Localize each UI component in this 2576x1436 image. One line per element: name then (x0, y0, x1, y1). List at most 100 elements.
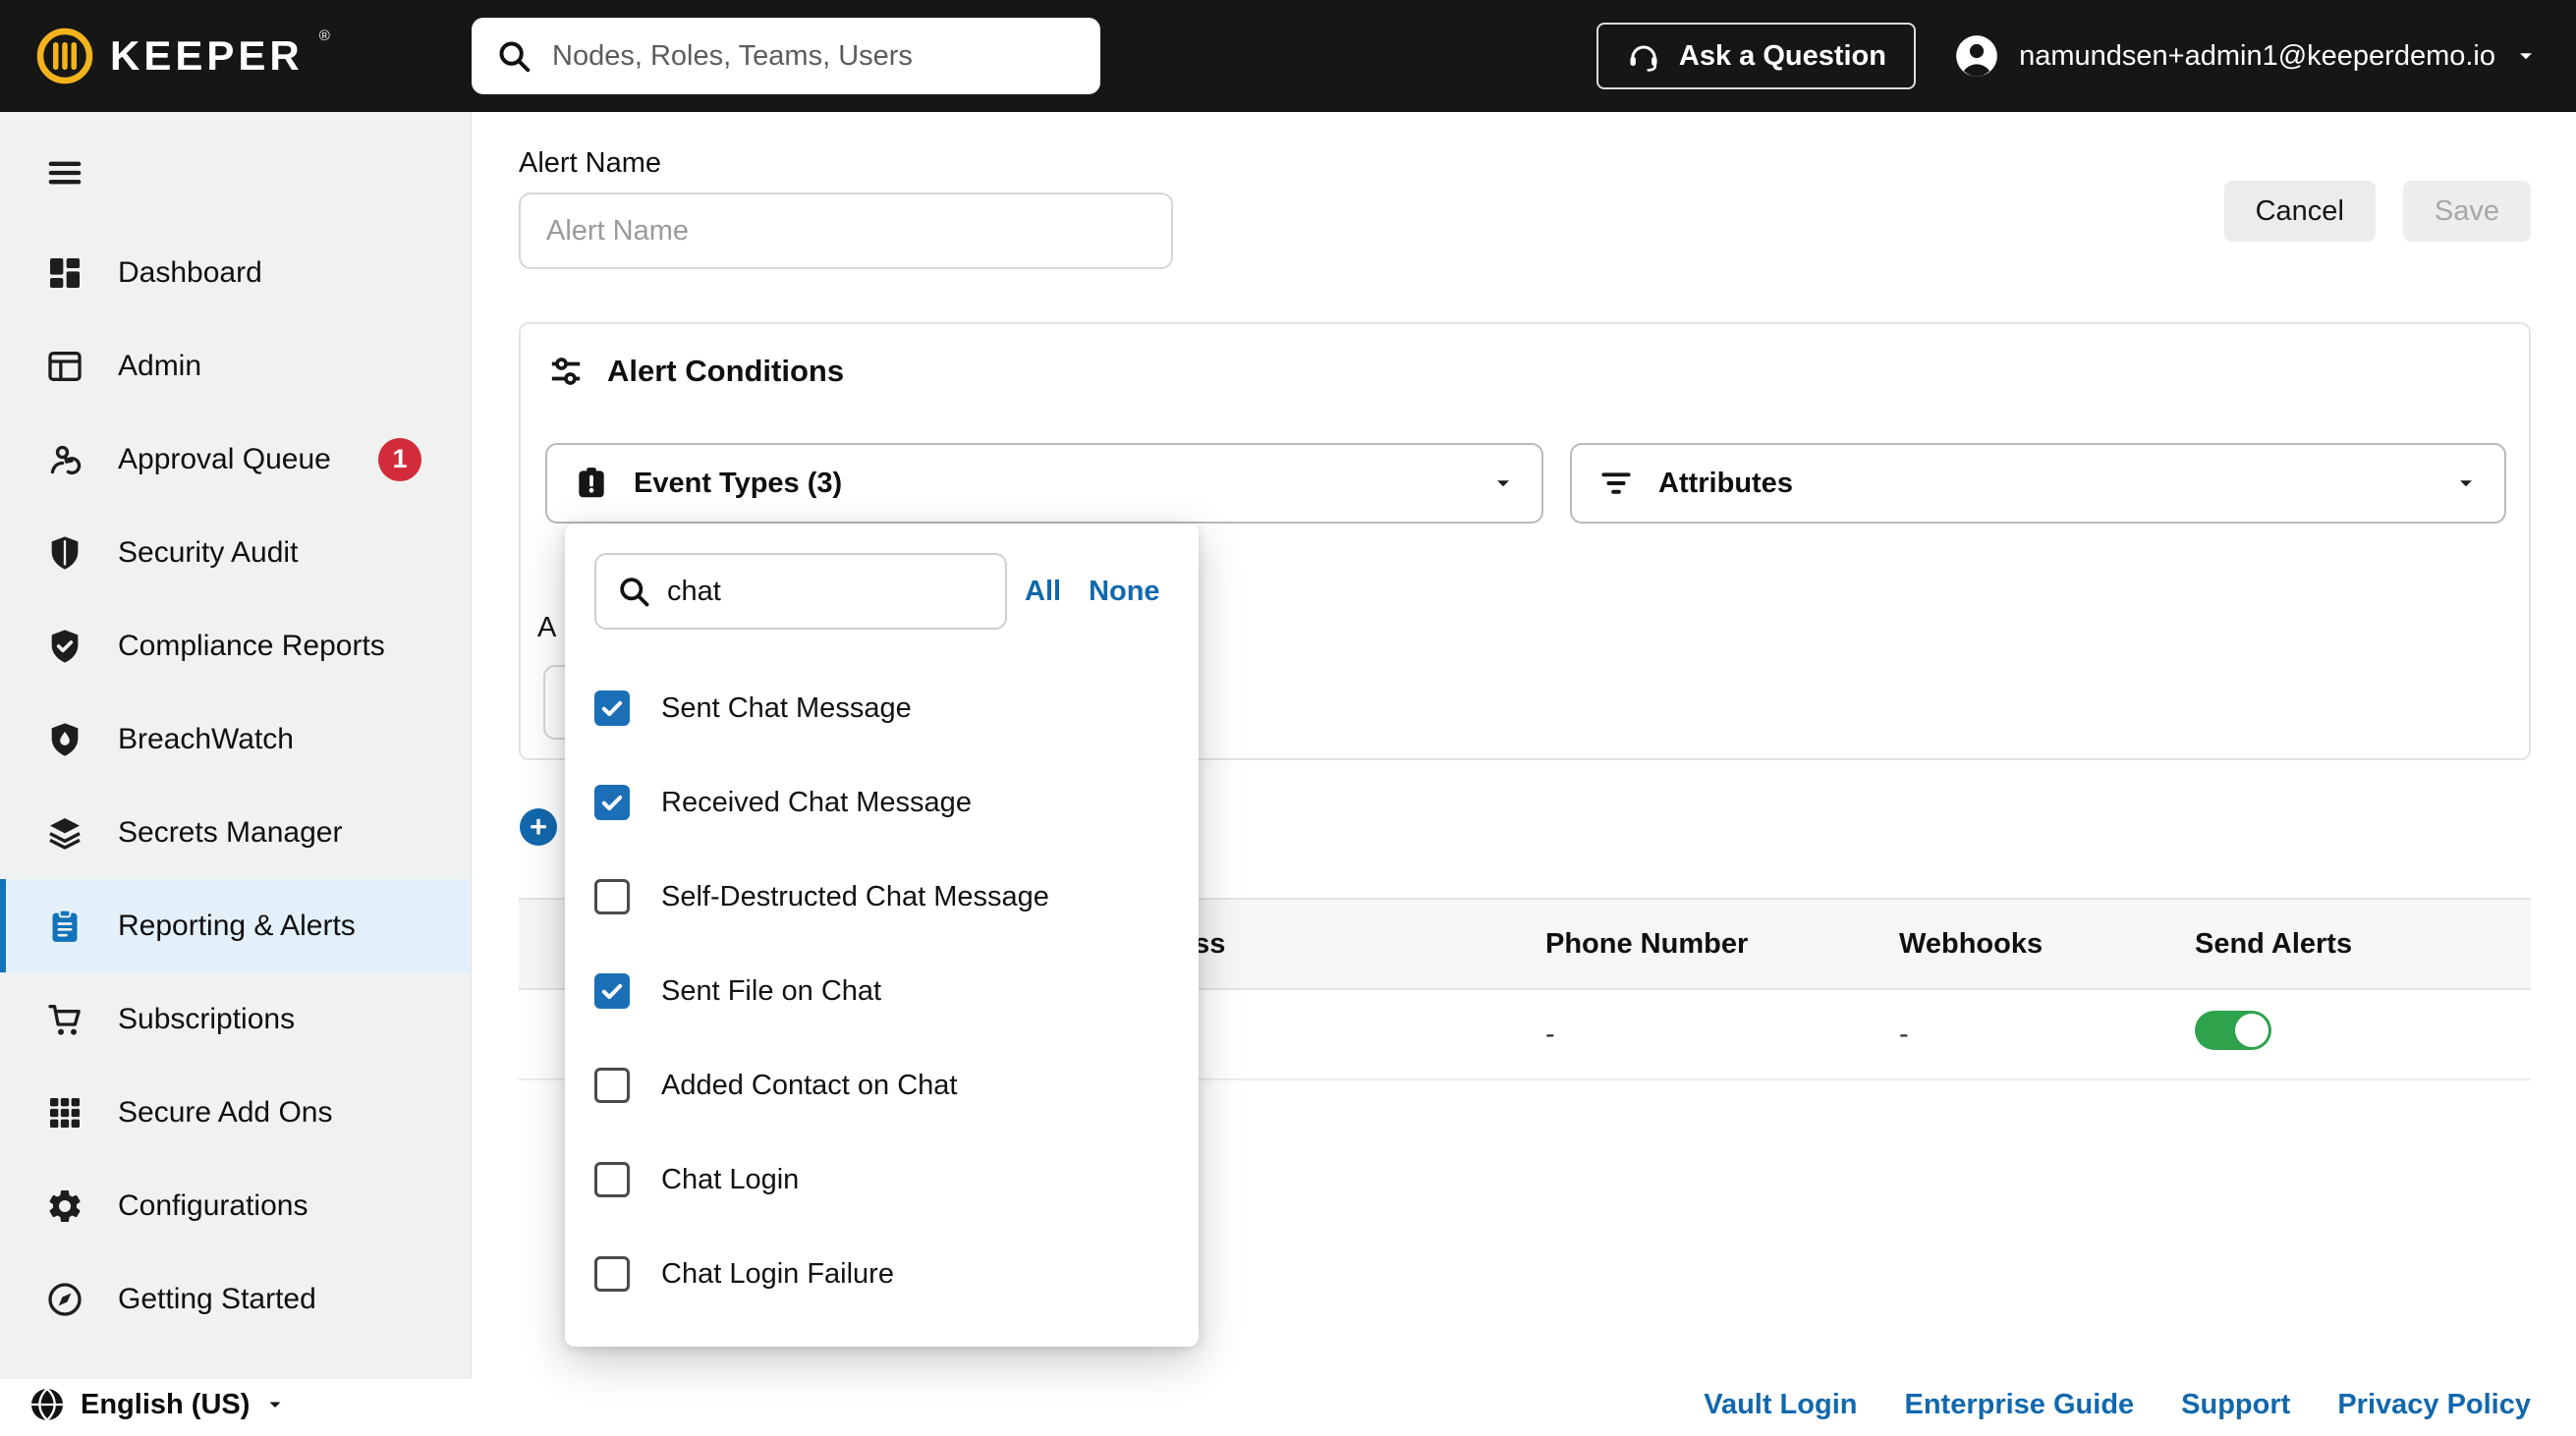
obscured-label-fragment: A (537, 612, 557, 643)
subscriptions-icon (45, 1000, 84, 1039)
avatar-icon (1952, 31, 2001, 81)
checkbox-unchecked-icon[interactable] (594, 879, 630, 914)
registered-mark: ® (318, 28, 330, 44)
column-header: Webhooks (1899, 927, 2044, 960)
sidebar-item-getting-started[interactable]: Getting Started (0, 1252, 471, 1346)
sidebar-item-breachwatch[interactable]: BreachWatch (0, 692, 471, 786)
menu-toggle-button[interactable] (45, 153, 84, 193)
event-types-dropdown[interactable]: Event Types (3) (545, 443, 1543, 524)
global-search (472, 18, 1100, 94)
checkbox-unchecked-icon[interactable] (594, 1068, 630, 1103)
column-header: Send Alerts (2195, 927, 2353, 960)
sidebar-item-label: Compliance Reports (118, 629, 385, 662)
footer-link-enterprise-guide[interactable]: Enterprise Guide (1904, 1389, 2134, 1421)
sidebar-item-secure-add-ons[interactable]: Secure Add Ons (0, 1066, 471, 1159)
attributes-dropdown[interactable]: Attributes (1570, 443, 2506, 524)
event-type-label: Received Chat Message (661, 786, 972, 818)
alert-name-input[interactable] (519, 193, 1173, 269)
chevron-down-icon (2513, 43, 2539, 69)
event-type-option[interactable]: Sent File on Chat (565, 944, 1199, 1038)
ask-question-button[interactable]: Ask a Question (1596, 23, 1916, 89)
footer-link-vault-login[interactable]: Vault Login (1704, 1389, 1857, 1421)
top-bar: KEEPER ® Ask a Question namundsen+admin1… (0, 0, 2576, 112)
main-content: Alert Name Cancel Save Alert Conditions … (472, 112, 2576, 1379)
approval-queue-icon (45, 440, 84, 479)
checkbox-unchecked-icon[interactable] (594, 1162, 630, 1197)
attributes-label: Attributes (1658, 467, 1793, 499)
toggle-knob (2235, 1014, 2268, 1047)
sidebar-item-admin[interactable]: Admin (0, 319, 471, 413)
reporting-alerts-icon (45, 907, 84, 946)
event-type-label: Sent Chat Message (661, 691, 912, 724)
checkbox-checked-icon[interactable] (594, 785, 630, 820)
sidebar-item-configurations[interactable]: Configurations (0, 1159, 471, 1252)
account-email: namundsen+admin1@keeperdemo.io (2019, 39, 2495, 72)
event-type-option[interactable]: Chat Login Failure (565, 1227, 1199, 1321)
send-alerts-toggle[interactable] (2195, 1011, 2271, 1050)
event-type-label: Chat Login (661, 1163, 800, 1195)
sidebar-item-label: Approval Queue (118, 442, 331, 475)
getting-started-icon (45, 1280, 84, 1319)
event-type-search-input[interactable] (667, 575, 985, 608)
checkbox-checked-icon[interactable] (594, 690, 630, 726)
add-recipient-button[interactable]: + (520, 808, 557, 846)
select-none-link[interactable]: None (1089, 576, 1160, 608)
global-search-input[interactable] (552, 39, 1077, 73)
breachwatch-icon (45, 720, 84, 759)
event-alert-icon (573, 465, 610, 502)
footer-links: Vault Login Enterprise Guide Support Privac… (1704, 1389, 2531, 1421)
event-types-label: Event Types (3) (634, 467, 843, 499)
account-menu[interactable]: namundsen+admin1@keeperdemo.io (1952, 0, 2539, 112)
event-type-option[interactable]: Chat Login (565, 1132, 1199, 1227)
chevron-down-icon (263, 1393, 287, 1416)
sidebar-item-secrets-manager[interactable]: Secrets Manager (0, 786, 471, 879)
sidebar-item-dashboard[interactable]: Dashboard (0, 226, 471, 319)
sidebar-item-approval-queue[interactable]: Approval Queue 1 (0, 413, 471, 506)
sidebar-item-subscriptions[interactable]: Subscriptions (0, 972, 471, 1066)
configurations-icon (45, 1187, 84, 1226)
select-all-link[interactable]: All (1025, 576, 1061, 608)
sidebar-item-compliance-reports[interactable]: Compliance Reports (0, 599, 471, 692)
event-type-option[interactable]: Received Chat Message (565, 755, 1199, 850)
keeper-admin-console: KEEPER ® Ask a Question namundsen+admin1… (0, 0, 2576, 1436)
event-type-label: Chat Login Failure (661, 1257, 894, 1290)
event-type-option[interactable]: Sent Chat Message (565, 661, 1199, 755)
cancel-button[interactable]: Cancel (2223, 181, 2376, 242)
save-button[interactable]: Save (2402, 181, 2531, 242)
form-actions: Cancel Save (2223, 181, 2531, 242)
compliance-reports-icon (45, 627, 84, 666)
sidebar-item-security-audit[interactable]: Security Audit (0, 506, 471, 599)
footer-bar: English (US) Vault Login Enterprise Guide… (0, 1379, 2576, 1436)
recipient-phone-cell: - (1545, 1018, 1555, 1050)
event-type-option[interactable]: Added Contact on Chat (565, 1038, 1199, 1132)
footer-link-support[interactable]: Support (2181, 1389, 2290, 1421)
checkbox-checked-icon[interactable] (594, 973, 630, 1009)
brand-name: KEEPER (110, 32, 304, 79)
language-label: English (US) (81, 1388, 251, 1420)
sidebar-item-label: Reporting & Alerts (118, 909, 356, 942)
search-icon (616, 574, 651, 609)
sidebar-item-reporting-alerts[interactable]: Reporting & Alerts (0, 879, 471, 972)
sidebar-item-label: Secrets Manager (118, 815, 343, 849)
sidebar-item-label: Dashboard (118, 255, 262, 289)
keeper-logo[interactable]: KEEPER ® (35, 0, 330, 112)
dashboard-icon (45, 253, 84, 293)
footer-link-privacy-policy[interactable]: Privacy Policy (2337, 1389, 2531, 1421)
sidebar-item-label: Getting Started (118, 1282, 316, 1315)
event-type-label: Added Contact on Chat (661, 1069, 958, 1101)
event-type-label: Self-Destructed Chat Message (661, 880, 1049, 912)
language-selector[interactable]: English (US) (28, 1385, 287, 1424)
search-icon (495, 37, 532, 75)
security-audit-icon (45, 533, 84, 573)
chevron-down-icon (1490, 470, 1516, 496)
select-links: All None (1025, 553, 1160, 630)
alert-conditions-title: Alert Conditions (546, 352, 844, 391)
alert-name-label: Alert Name (519, 147, 662, 179)
sidebar-item-label: Subscriptions (118, 1002, 296, 1035)
event-type-option[interactable]: Self-Destructed Chat Message (565, 850, 1199, 944)
sidebar-item-label: Security Audit (118, 535, 299, 569)
secrets-manager-icon (45, 813, 84, 853)
approval-queue-badge: 1 (378, 437, 421, 481)
checkbox-unchecked-icon[interactable] (594, 1256, 630, 1292)
sidebar-item-label: Configurations (118, 1188, 308, 1222)
